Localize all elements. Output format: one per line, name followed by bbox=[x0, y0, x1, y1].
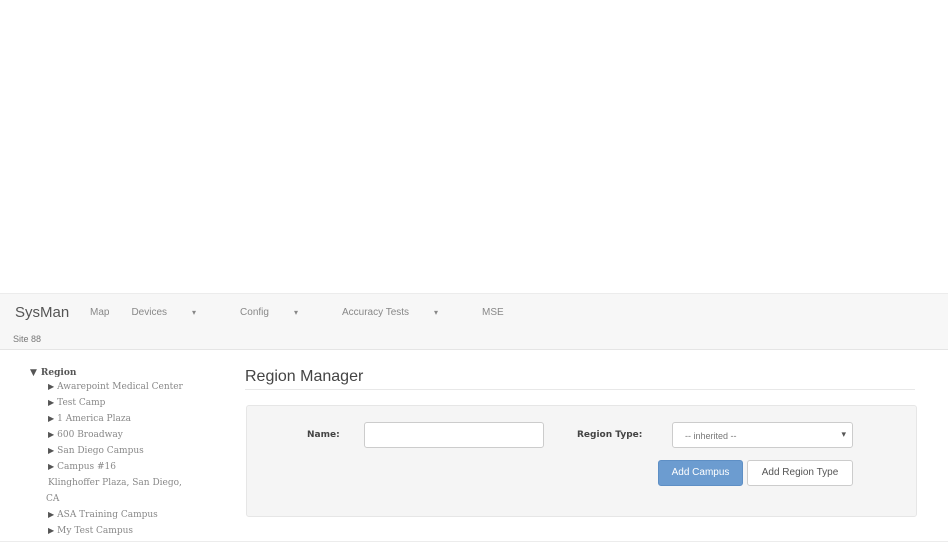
nav-mse[interactable]: MSE bbox=[482, 307, 504, 318]
tree-item-label: 1 America Plaza bbox=[57, 414, 131, 424]
triangle-right-icon: ▶ bbox=[48, 462, 55, 471]
tree-text: Klinghoffer Plaza, San Diego, bbox=[48, 478, 182, 488]
divider bbox=[0, 541, 948, 542]
tree-item[interactable]: ▶ 600 Broadway bbox=[48, 430, 123, 440]
triangle-right-icon: ▶ bbox=[48, 382, 55, 391]
chevron-down-icon: ▾ bbox=[841, 429, 846, 439]
name-input[interactable] bbox=[364, 422, 544, 448]
tree-item-label: My Test Campus bbox=[57, 526, 134, 536]
site-label: Site 88 bbox=[13, 334, 42, 344]
nav-accuracy-tests[interactable]: Accuracy Tests ▾ bbox=[342, 307, 460, 318]
nav-accuracy-tests-label: Accuracy Tests bbox=[341, 307, 410, 318]
tree-root-label: Region bbox=[40, 368, 77, 378]
nav-devices[interactable]: Devices ▾ bbox=[131, 307, 218, 318]
page-title: Region Manager bbox=[245, 368, 364, 385]
name-label: Name: bbox=[307, 430, 340, 440]
triangle-right-icon: ▶ bbox=[48, 526, 55, 535]
tree-item-label: 600 Broadway bbox=[57, 430, 123, 440]
tree-item-label: San Diego Campus bbox=[57, 446, 144, 456]
brand[interactable]: SysMan bbox=[15, 304, 69, 321]
tree-item-label: ASA Training Campus bbox=[57, 510, 158, 520]
triangle-right-icon: ▶ bbox=[48, 398, 55, 407]
region-type-value: -- inherited -- bbox=[685, 431, 737, 441]
tree-item[interactable]: ▶ Test Camp bbox=[48, 398, 105, 408]
tree-text: CA bbox=[46, 494, 60, 504]
add-region-type-button[interactable]: Add Region Type bbox=[747, 460, 853, 486]
triangle-right-icon: ▶ bbox=[48, 430, 55, 439]
triangle-right-icon: ▶ bbox=[48, 446, 55, 455]
tree-item[interactable]: ▶ San Diego Campus bbox=[48, 446, 144, 456]
triangle-right-icon: ▶ bbox=[48, 414, 55, 423]
caret-down-icon: ▾ bbox=[293, 308, 298, 317]
tree-item[interactable]: ▶ Campus #16 bbox=[48, 462, 116, 472]
tree-item[interactable]: ▶ ASA Training Campus bbox=[48, 510, 158, 520]
tree-item[interactable]: ▶ My Test Campus bbox=[48, 526, 133, 536]
triangle-down-icon: ▼ bbox=[30, 368, 37, 378]
divider bbox=[245, 389, 915, 390]
tree-item-label: Test Camp bbox=[57, 398, 106, 408]
tree-item[interactable]: ▶ Awarepoint Medical Center bbox=[48, 382, 183, 392]
tree-root[interactable]: ▼ Region bbox=[30, 368, 76, 378]
tree-item-label: Campus #16 bbox=[57, 462, 116, 472]
tree-item-label: Awarepoint Medical Center bbox=[57, 382, 183, 392]
nav-config[interactable]: Config ▾ bbox=[240, 307, 320, 318]
caret-down-icon: ▾ bbox=[434, 308, 439, 317]
region-form-panel: Name: Region Type: -- inherited -- ▾ Add… bbox=[246, 405, 917, 517]
navbar: SysMan Map Devices ▾ Config ▾ Accuracy Tes… bbox=[0, 293, 948, 332]
nav-config-label: Config bbox=[240, 307, 269, 318]
site-bar: Site 88 bbox=[0, 331, 948, 350]
nav-menu: Map Devices ▾ Config ▾ Accuracy Tests ▾ MSE bbox=[90, 307, 526, 318]
caret-down-icon: ▾ bbox=[192, 308, 197, 317]
triangle-right-icon: ▶ bbox=[48, 510, 55, 519]
add-campus-button[interactable]: Add Campus bbox=[658, 460, 743, 486]
region-type-select[interactable]: -- inherited -- ▾ bbox=[672, 422, 853, 448]
tree-item[interactable]: ▶ 1 America Plaza bbox=[48, 414, 131, 424]
region-type-label: Region Type: bbox=[577, 430, 643, 440]
nav-map[interactable]: Map bbox=[90, 307, 109, 318]
nav-devices-label: Devices bbox=[131, 307, 168, 318]
